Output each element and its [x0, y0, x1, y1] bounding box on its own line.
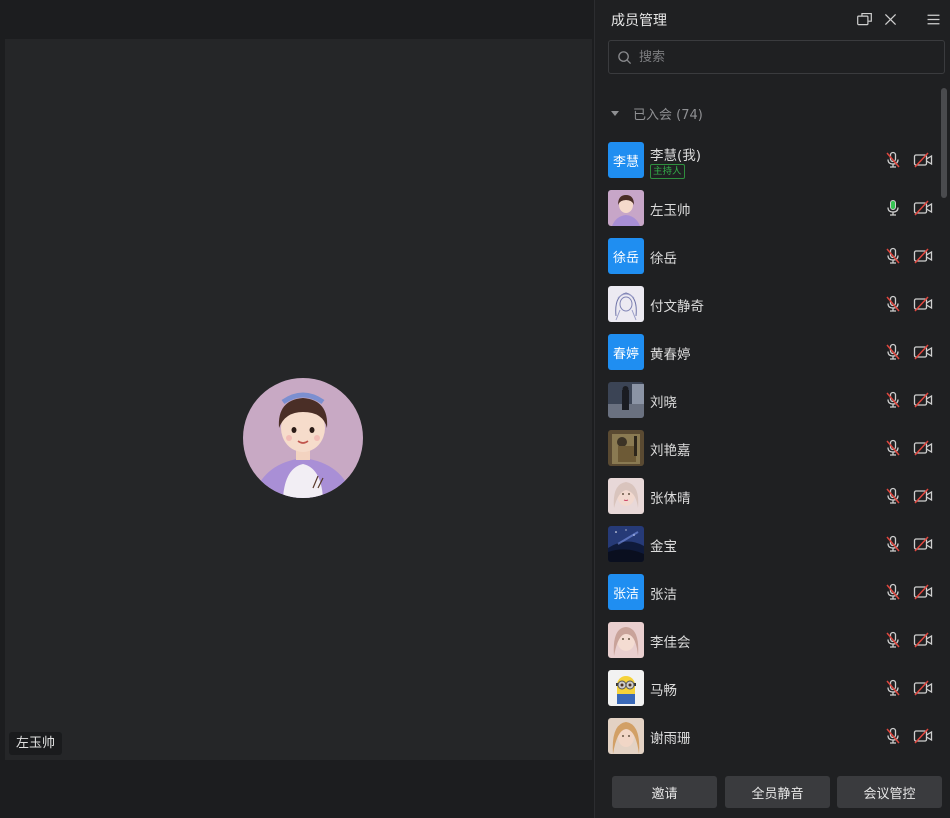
camera-off-icon[interactable] [913, 247, 933, 265]
microphone-muted-icon[interactable] [884, 151, 902, 169]
member-name: 付文静奇 [650, 299, 704, 315]
member-avatar: 李慧 [608, 142, 644, 178]
member-list-scrollbar[interactable] [941, 88, 947, 754]
meeting-control-button[interactable]: 会议管控 [837, 776, 942, 808]
member-name: 刘艳嘉 [650, 443, 691, 459]
member-row[interactable]: 谢雨珊 [595, 712, 939, 760]
host-badge: 主持人 [650, 164, 685, 179]
microphone-muted-icon[interactable] [884, 247, 902, 265]
camera-off-icon[interactable] [913, 631, 933, 649]
search-input[interactable] [639, 41, 929, 73]
member-avatar [608, 478, 644, 514]
member-row[interactable]: 春婷 黄春婷 [595, 328, 939, 376]
mute-all-button[interactable]: 全员静音 [725, 776, 830, 808]
member-row[interactable]: 金宝 [595, 520, 939, 568]
video-area: 左玉帅 [0, 0, 594, 818]
member-avatar [608, 526, 644, 562]
member-name: 李佳会 [650, 635, 691, 651]
camera-off-icon[interactable] [913, 727, 933, 745]
member-row[interactable]: 左玉帅 [595, 184, 939, 232]
microphone-muted-icon[interactable] [884, 487, 902, 505]
scroll-thumb[interactable] [941, 88, 947, 198]
member-row[interactable]: 张体晴 [595, 472, 939, 520]
microphone-muted-icon[interactable] [884, 535, 902, 553]
speaker-avatar [243, 378, 363, 498]
member-name: 黄春婷 [650, 347, 691, 363]
member-name: 李慧(我) [650, 148, 702, 164]
member-row[interactable]: 刘艳嘉 [595, 424, 939, 472]
member-avatar [608, 382, 644, 418]
member-avatar [608, 718, 644, 754]
panel-footer: 邀请 全员静音 会议管控 [595, 762, 950, 818]
speaker-name-tag: 左玉帅 [9, 732, 63, 755]
camera-off-icon[interactable] [913, 439, 933, 457]
member-name: 张洁 [650, 587, 677, 603]
member-row[interactable]: 李慧 李慧(我) 主持人 [595, 136, 939, 184]
search-box[interactable] [608, 40, 945, 74]
caret-down-icon [611, 110, 619, 116]
camera-off-icon[interactable] [913, 343, 933, 361]
panel-title: 成员管理 [611, 13, 667, 29]
camera-off-icon[interactable] [913, 391, 933, 409]
camera-off-icon[interactable] [913, 295, 933, 313]
member-list: 李慧 李慧(我) 主持人左玉帅徐岳 徐岳付文静奇春婷 黄春婷刘晓刘艳嘉张体晴金宝张洁 张洁… [595, 136, 939, 760]
member-row[interactable]: 马畅 [595, 664, 939, 712]
joined-group-label: 已入会 (74) [633, 107, 703, 123]
member-name: 张体晴 [650, 491, 691, 507]
member-name: 金宝 [650, 539, 677, 555]
member-name: 马畅 [650, 683, 677, 699]
member-row[interactable]: 刘晓 [595, 376, 939, 424]
member-avatar: 徐岳 [608, 238, 644, 274]
member-name: 徐岳 [650, 251, 677, 267]
joined-group-header[interactable]: 已入会 (74) [611, 103, 703, 123]
member-avatar [608, 622, 644, 658]
search-icon [618, 51, 632, 65]
camera-off-icon[interactable] [913, 535, 933, 553]
member-name: 刘晓 [650, 395, 677, 411]
menu-icon[interactable] [923, 9, 943, 29]
microphone-muted-icon[interactable] [884, 391, 902, 409]
camera-off-icon[interactable] [913, 583, 933, 601]
member-row[interactable]: 付文静奇 [595, 280, 939, 328]
close-icon[interactable] [880, 9, 900, 29]
member-avatar [608, 670, 644, 706]
popout-window-icon[interactable] [854, 9, 874, 29]
invite-button[interactable]: 邀请 [612, 776, 717, 808]
microphone-muted-icon[interactable] [884, 631, 902, 649]
camera-off-icon[interactable] [913, 679, 933, 697]
member-row[interactable]: 李佳会 [595, 616, 939, 664]
member-name: 谢雨珊 [650, 731, 691, 747]
microphone-muted-icon[interactable] [884, 583, 902, 601]
microphone-muted-icon[interactable] [884, 343, 902, 361]
microphone-muted-icon[interactable] [884, 295, 902, 313]
microphone-muted-icon[interactable] [884, 727, 902, 745]
microphone-on-icon[interactable] [884, 199, 902, 217]
member-row[interactable]: 张洁 张洁 [595, 568, 939, 616]
member-row[interactable]: 徐岳 徐岳 [595, 232, 939, 280]
member-avatar [608, 430, 644, 466]
video-stage[interactable] [5, 39, 592, 760]
member-avatar: 张洁 [608, 574, 644, 610]
member-avatar [608, 190, 644, 226]
microphone-muted-icon[interactable] [884, 679, 902, 697]
camera-off-icon[interactable] [913, 487, 933, 505]
camera-off-icon[interactable] [913, 151, 933, 169]
microphone-muted-icon[interactable] [884, 439, 902, 457]
member-avatar [608, 286, 644, 322]
camera-off-icon[interactable] [913, 199, 933, 217]
member-avatar: 春婷 [608, 334, 644, 370]
member-panel: 成员管理 已入会 (74) 李慧李慧(我)主持人左玉帅徐岳徐岳付文静奇春婷黄春婷… [594, 0, 950, 818]
member-name: 左玉帅 [650, 203, 691, 219]
